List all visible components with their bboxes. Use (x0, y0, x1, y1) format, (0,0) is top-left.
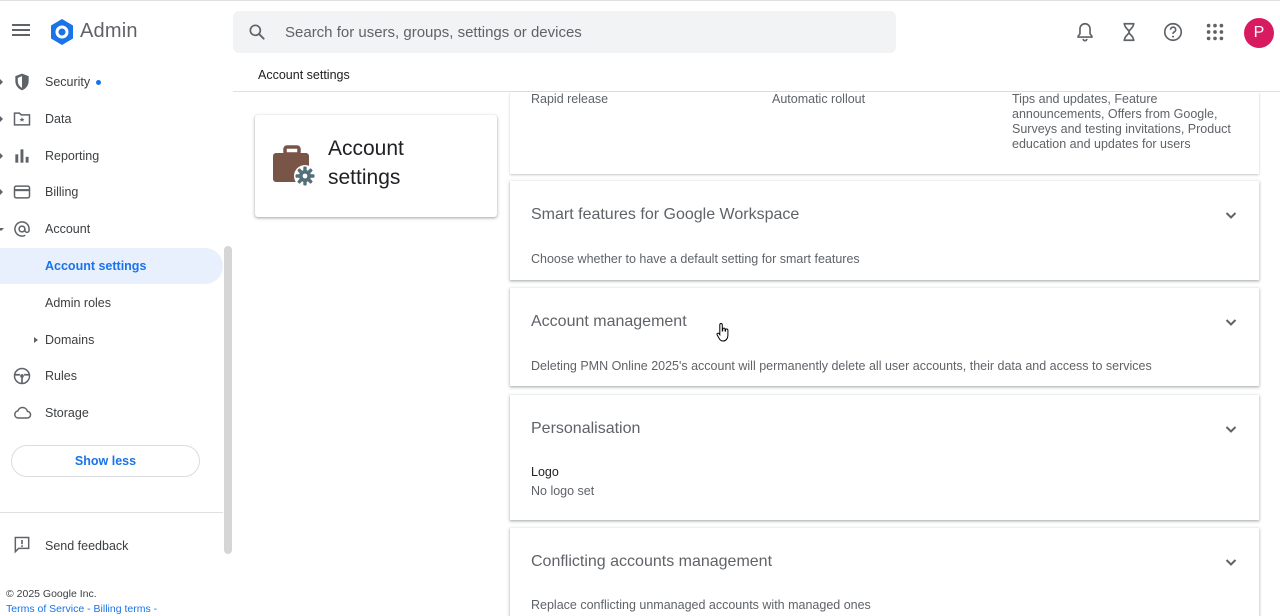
footer-links: Terms of Service - Billing terms - (6, 603, 157, 615)
rollout-value: Automatic rollout (772, 92, 866, 106)
expand-arrow-icon[interactable] (0, 116, 3, 122)
top-app-bar: Admin P (0, 0, 1280, 62)
sidebar-item-admin-roles[interactable]: Admin roles (0, 285, 223, 321)
notification-dot (96, 80, 102, 86)
footer-separator: - (84, 603, 94, 615)
sidebar-item-reporting[interactable]: Reporting (0, 138, 223, 174)
hand-cursor-icon (716, 322, 729, 342)
sidebar-item-label: Domains (45, 333, 95, 347)
divider (0, 512, 223, 513)
footer-separator: - (150, 603, 158, 615)
sidebar-item-storage[interactable]: Storage (0, 395, 223, 431)
logo-label: Logo (531, 465, 559, 479)
panel-title: Account management (531, 313, 687, 330)
sidebar-item-label: Admin roles (45, 296, 111, 310)
sidebar-item-label: Storage (45, 406, 89, 420)
cloud-icon (14, 406, 32, 419)
search-icon (249, 24, 265, 40)
chevron-down-icon[interactable] (1224, 315, 1238, 329)
search-box[interactable] (233, 11, 896, 53)
show-less-button[interactable]: Show less (11, 445, 200, 477)
bell-icon[interactable] (1074, 21, 1096, 43)
help-icon[interactable] (1162, 21, 1184, 43)
billing-terms-link[interactable]: Billing terms (94, 603, 151, 615)
expand-arrow-icon[interactable] (34, 337, 38, 343)
search-input[interactable] (285, 11, 875, 53)
chevron-down-icon[interactable] (1224, 555, 1238, 569)
sidebar-item-label: Account settings (45, 259, 147, 273)
collapse-arrow-icon[interactable] (0, 228, 4, 231)
sidebar-item-label: Billing (45, 185, 79, 199)
sidebar-scrollbar-thumb[interactable] (224, 246, 232, 554)
page-title: Account settings (328, 137, 404, 189)
sidebar-item-data[interactable]: Data (0, 101, 223, 137)
avatar[interactable]: P (1244, 18, 1274, 48)
at-sign-icon (14, 221, 30, 237)
page-title-card: Account settings (255, 115, 497, 217)
briefcase-gear-icon (273, 145, 316, 187)
hourglass-icon[interactable] (1118, 21, 1140, 43)
panel-description: Replace conflicting unmanaged accounts w… (531, 598, 871, 612)
account-management-panel[interactable]: Account management Deleting PMN Online 2… (510, 288, 1259, 386)
release-track-value: Rapid release (531, 92, 609, 106)
apps-grid-icon[interactable] (1204, 21, 1226, 43)
panel-title: Smart features for Google Workspace (531, 206, 800, 223)
expand-arrow-icon[interactable] (0, 153, 3, 159)
panel-description: Choose whether to have a default setting… (531, 252, 860, 266)
sidebar-item-billing[interactable]: Billing (0, 174, 223, 210)
sidebar-item-label: Rules (45, 369, 77, 383)
sidebar-item-rules[interactable]: Rules (0, 358, 223, 394)
send-feedback-button[interactable]: Send feedback (0, 528, 223, 564)
panel-description: No logo set (531, 484, 595, 498)
release-preferences-panel[interactable]: Rapid release Automatic rollout Tips and… (510, 92, 1259, 174)
sidebar-item-label: Data (45, 112, 72, 126)
app-name[interactable]: Admin (80, 20, 138, 43)
sidebar-item-account-settings[interactable]: Account settings (0, 248, 223, 284)
chevron-down-icon[interactable] (1224, 422, 1238, 436)
communication-preferences-value: Tips and updates, Feature announcements,… (1012, 92, 1231, 151)
expand-arrow-icon[interactable] (0, 189, 3, 195)
bar-chart-icon (15, 149, 29, 163)
expand-arrow-icon[interactable] (0, 79, 3, 85)
shield-icon (15, 73, 29, 91)
sidebar-item-domains[interactable]: Domains (0, 322, 223, 358)
sidebar-item-label: Account (45, 222, 91, 236)
chevron-down-icon[interactable] (1224, 208, 1238, 222)
sidebar-item-label: Reporting (45, 149, 100, 163)
terms-of-service-link[interactable]: Terms of Service (6, 603, 84, 615)
feedback-icon (14, 536, 30, 554)
smart-features-panel[interactable]: Smart features for Google Workspace Choo… (510, 181, 1259, 280)
sidebar-item-account[interactable]: Account (0, 211, 223, 247)
panel-description: Deleting PMN Online 2025's account will … (531, 359, 1152, 373)
conflicting-accounts-panel[interactable]: Conflicting accounts management Replace … (510, 528, 1259, 616)
breadcrumb: Account settings (233, 62, 1280, 92)
sidebar-item-security[interactable]: Security (0, 64, 223, 100)
breadcrumb-current: Account settings (258, 68, 350, 82)
sidebar-item-label: Security (45, 75, 91, 89)
panel-title: Personalisation (531, 420, 641, 437)
copyright: © 2025 Google Inc. (6, 588, 97, 600)
folder-icon (13, 112, 31, 126)
sidebar: Security Data Reporting Billing Account … (0, 62, 233, 616)
steering-icon (13, 367, 31, 385)
send-feedback-label: Send feedback (45, 539, 129, 553)
panel-title: Conflicting accounts management (531, 553, 773, 570)
personalisation-panel[interactable]: Personalisation Logo No logo set (510, 395, 1259, 520)
admin-logo-icon[interactable] (48, 18, 76, 46)
credit-card-icon (13, 185, 31, 199)
menu-icon[interactable] (10, 21, 32, 43)
